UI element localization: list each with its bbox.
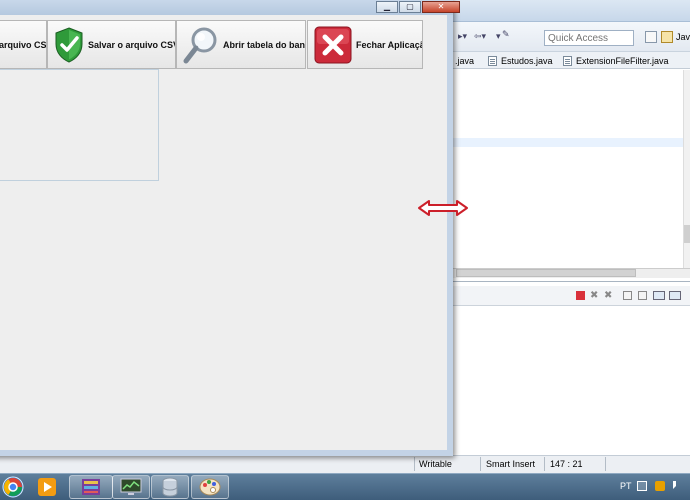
chrome-taskbar-item[interactable] xyxy=(0,475,26,499)
monitor-taskbar-item[interactable] xyxy=(112,475,150,499)
remove-all-icon[interactable]: ✖ xyxy=(604,291,613,301)
close-button[interactable]: ✕ xyxy=(422,1,460,13)
tray-show-hidden-icon[interactable] xyxy=(637,481,647,491)
pin-editor-icon[interactable]: ✎ xyxy=(502,30,510,40)
open-db-table-button[interactable]: Abrir tabela do banco xyxy=(176,20,306,69)
media-player-icon xyxy=(38,478,56,496)
scroll-lock-icon[interactable] xyxy=(638,291,647,300)
database-taskbar-item[interactable] xyxy=(151,475,189,499)
quick-access-input[interactable] xyxy=(544,30,634,46)
resize-horizontal-cursor-icon xyxy=(418,200,468,216)
status-insert-mode: Smart Insert xyxy=(486,459,536,469)
table-panel[interactable] xyxy=(0,69,159,181)
open-csv-button[interactable]: arquivo CSV xyxy=(0,20,47,69)
media-player-taskbar-item[interactable] xyxy=(29,475,65,499)
editor-tab-estudos[interactable]: Estudos.java xyxy=(488,54,553,68)
save-csv-label: Salvar o arquivo CSV xyxy=(88,39,176,50)
open-db-table-label: Abrir tabela do banco xyxy=(223,39,306,50)
paint-icon xyxy=(199,478,221,496)
status-separator xyxy=(605,457,606,471)
display-console-icon[interactable] xyxy=(669,291,681,300)
remove-launch-icon[interactable]: ✖ xyxy=(590,291,599,301)
editor-tab-label: .java xyxy=(455,56,475,66)
editor-tab-label: Estudos.java xyxy=(501,56,553,66)
database-icon xyxy=(162,477,178,497)
status-cursor-position: 147 : 21 xyxy=(550,459,583,469)
red-x-icon xyxy=(314,26,352,63)
status-writable: Writable xyxy=(419,459,452,469)
java-file-icon xyxy=(563,56,572,66)
app-titlebar[interactable]: ▁ ▢ ✕ xyxy=(0,0,460,15)
java-file-icon xyxy=(488,56,497,66)
system-monitor-icon xyxy=(120,478,142,495)
green-shield-check-icon xyxy=(55,26,83,63)
editor-tab-extensionfilefilter[interactable]: ExtensionFileFilter.java xyxy=(563,54,669,68)
eclipse-status-bar xyxy=(0,455,690,473)
tray-language[interactable]: PT xyxy=(620,481,632,491)
editor-tab[interactable]: .java xyxy=(455,54,474,68)
open-csv-label: arquivo CSV xyxy=(0,39,47,50)
close-app-label: Fechar Aplicação xyxy=(356,39,423,50)
status-separator xyxy=(414,457,415,471)
status-separator xyxy=(480,457,481,471)
status-separator xyxy=(544,457,545,471)
save-csv-button[interactable]: Salvar o arquivo CSV xyxy=(47,20,176,69)
back-icon[interactable]: ⇦▾ xyxy=(474,32,486,42)
editor-vertical-scroll-thumb[interactable] xyxy=(684,225,690,243)
magnifier-icon xyxy=(183,27,217,63)
tray-network-icon[interactable] xyxy=(673,481,683,489)
forward-icon[interactable]: ▾ xyxy=(496,32,501,42)
editor-horizontal-scroll-thumb[interactable] xyxy=(456,269,636,277)
terminate-icon[interactable] xyxy=(576,291,585,300)
java-perspective-icon[interactable] xyxy=(661,31,673,43)
window-controls: ▁ ▢ ✕ xyxy=(375,1,460,13)
pin-console-icon[interactable] xyxy=(653,291,665,300)
minimize-button[interactable]: ▁ xyxy=(376,1,398,13)
tray-flag-icon[interactable] xyxy=(655,481,665,491)
maximize-button[interactable]: ▢ xyxy=(399,1,421,13)
perspective-label[interactable]: Java xyxy=(676,32,690,42)
open-perspective-icon[interactable] xyxy=(645,31,657,43)
winrar-icon xyxy=(82,479,100,495)
run-dropdown-icon[interactable]: ▸▾ xyxy=(458,32,467,42)
chrome-icon xyxy=(3,478,23,497)
close-app-button[interactable]: Fechar Aplicação xyxy=(307,20,423,69)
paint-taskbar-item[interactable] xyxy=(191,475,229,499)
winrar-taskbar-item[interactable] xyxy=(69,475,113,499)
clear-console-icon[interactable] xyxy=(623,291,632,300)
editor-tab-label: ExtensionFileFilter.java xyxy=(576,56,669,66)
